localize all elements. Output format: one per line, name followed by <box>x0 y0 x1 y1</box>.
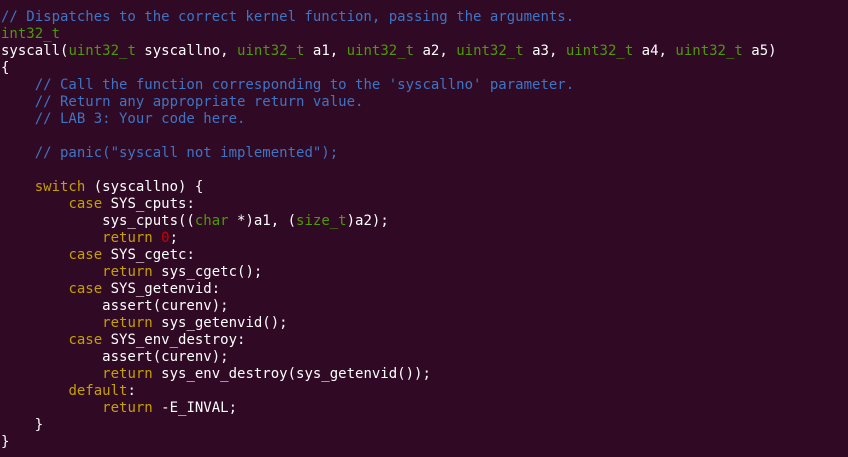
code-line[interactable]: syscall(uint32_t syscallno, uint32_t a1,… <box>1 43 848 60</box>
code-token-plain: sys_env_destroy(sys_getenvid()); <box>152 366 431 382</box>
code-token-plain: syscallno, <box>135 43 238 59</box>
code-token-keyword: case <box>68 281 103 297</box>
code-token-number: 0 <box>161 230 170 246</box>
code-token-keyword: switch <box>34 179 86 195</box>
code-line[interactable]: switch (syscallno) { <box>1 179 848 196</box>
code-token-plain: } <box>1 434 10 450</box>
code-token-plain: SYS_env_destroy: <box>102 332 246 348</box>
code-token-comment: // panic("syscall not implemented"); <box>34 145 339 161</box>
code-line[interactable]: return 0; <box>1 230 848 247</box>
code-token-plain: ; <box>169 230 179 246</box>
code-line[interactable]: sys_cputs((char *)a1, (size_t)a2); <box>1 213 848 230</box>
code-token-keyword: case <box>68 332 103 348</box>
code-token-comment: // Call the function corresponding to th… <box>34 77 575 93</box>
code-token-plain: SYS_getenvid: <box>102 281 221 297</box>
code-token-plain: a2, <box>414 43 457 59</box>
code-line[interactable]: // Return any appropriate return value. <box>1 94 848 111</box>
code-token-plain: assert(curenv); <box>1 349 229 365</box>
code-line[interactable] <box>1 162 848 179</box>
code-line[interactable]: int32_t <box>1 26 848 43</box>
code-token-plain: syscall( <box>1 43 69 59</box>
code-token-keyword: return <box>102 315 153 331</box>
code-line[interactable]: // Call the function corresponding to th… <box>1 77 848 94</box>
code-line[interactable]: { <box>1 60 848 77</box>
code-token-type: uint32_t <box>456 43 524 59</box>
code-token-keyword: case <box>68 247 103 263</box>
code-line[interactable]: // Dispatches to the correct kernel func… <box>1 9 848 26</box>
code-token-plain: sys_getenvid(); <box>152 315 288 331</box>
code-line[interactable]: } <box>1 417 848 434</box>
code-token-type: size_t <box>296 213 347 229</box>
code-line[interactable]: case SYS_cgetc: <box>1 247 848 264</box>
code-token-plain: )a2); <box>346 213 389 229</box>
code-line[interactable]: } <box>1 434 848 451</box>
code-token-keyword: return <box>102 400 153 416</box>
code-token-type: uint32_t <box>237 43 305 59</box>
code-line[interactable] <box>1 128 848 145</box>
code-token-plain: sys_cputs(( <box>1 213 195 229</box>
code-token-type: int32_t <box>1 26 61 42</box>
code-line[interactable]: return sys_env_destroy(sys_getenvid()); <box>1 366 848 383</box>
code-line[interactable]: default: <box>1 383 848 400</box>
code-token-type: uint32_t <box>675 43 743 59</box>
code-token-plain: SYS_cputs: <box>102 196 195 212</box>
code-token-keyword: return <box>102 230 153 246</box>
code-token-plain: -E_INVAL; <box>152 400 238 416</box>
code-token-keyword: return <box>102 366 153 382</box>
code-token-keyword: case <box>68 196 103 212</box>
code-line[interactable]: // panic("syscall not implemented"); <box>1 145 848 162</box>
code-line[interactable]: case SYS_env_destroy: <box>1 332 848 349</box>
code-token-keyword: return <box>102 264 153 280</box>
code-token-plain: assert(curenv); <box>1 298 229 314</box>
code-token-plain: } <box>1 417 44 433</box>
code-token-plain: *)a1, ( <box>228 213 297 229</box>
code-token-keyword: default <box>68 383 128 399</box>
code-line[interactable]: case SYS_cputs: <box>1 196 848 213</box>
code-line[interactable]: case SYS_getenvid: <box>1 281 848 298</box>
code-line[interactable]: return -E_INVAL; <box>1 400 848 417</box>
code-line[interactable]: assert(curenv); <box>1 349 848 366</box>
code-token-type: uint32_t <box>565 43 634 59</box>
code-token-plain: a3, <box>523 43 566 59</box>
code-line[interactable]: assert(curenv); <box>1 298 848 315</box>
code-editor[interactable]: // Dispatches to the correct kernel func… <box>0 0 848 457</box>
code-token-plain: : <box>127 383 136 399</box>
code-token-plain: { <box>1 60 10 76</box>
code-token-comment: // LAB 3: Your code here. <box>34 111 246 127</box>
code-token-comment: // Return any appropriate return value. <box>34 94 364 110</box>
code-token-plain: a1, <box>304 43 347 59</box>
code-line[interactable]: return sys_getenvid(); <box>1 315 848 332</box>
code-token-plain: a5) <box>742 43 777 59</box>
code-token-type: uint32_t <box>346 43 415 59</box>
code-token-plain: a4, <box>633 43 676 59</box>
code-token-comment: // Dispatches to the correct kernel func… <box>1 9 575 25</box>
code-line[interactable]: return sys_cgetc(); <box>1 264 848 281</box>
code-token-plain: sys_cgetc(); <box>152 264 263 280</box>
code-token-type: uint32_t <box>68 43 136 59</box>
code-line[interactable]: // LAB 3: Your code here. <box>1 111 848 128</box>
code-token-type: char <box>194 213 229 229</box>
code-token-plain: SYS_cgetc: <box>102 247 195 263</box>
code-token-plain: (syscallno) { <box>85 179 204 195</box>
